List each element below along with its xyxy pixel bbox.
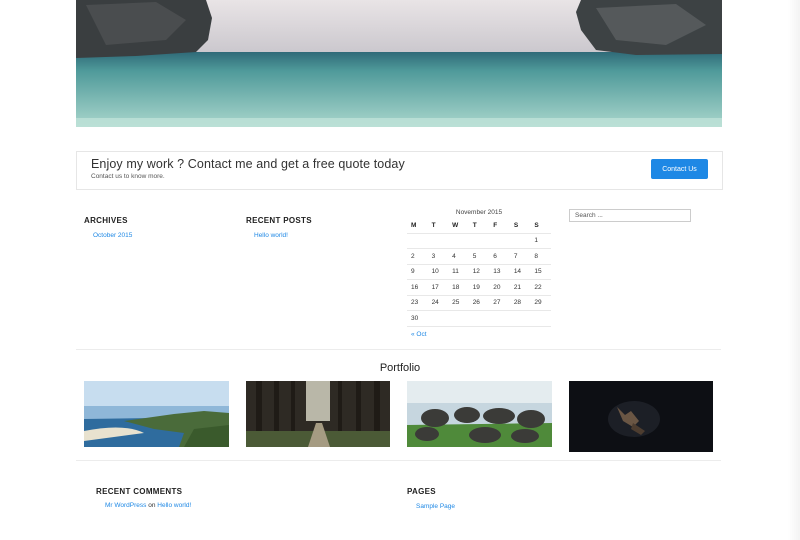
comment-post-link[interactable]: Hello world! (157, 502, 191, 509)
calendar-weekday: S (530, 218, 551, 234)
calendar-empty-cell (468, 233, 490, 249)
calendar-day: 13 (489, 264, 510, 280)
calendar-day: 16 (407, 279, 428, 296)
calendar-week-row: 23 24 25 26 27 28 29 (407, 295, 551, 311)
calendar-day: 12 (468, 264, 490, 280)
contact-cta-bar: Enjoy my work ? Contact me and get a fre… (76, 151, 723, 190)
calendar-weekday: S (509, 218, 531, 234)
portfolio-thumb-dark-hand[interactable] (569, 381, 713, 452)
calendar-weekday: T (468, 218, 490, 234)
portfolio-title: Portfolio (379, 362, 421, 374)
archive-link-october-2015[interactable]: October 2015 (93, 232, 132, 239)
portfolio-thumb-rocks[interactable] (407, 381, 552, 447)
calendar-week-row: 16 17 18 19 20 21 22 (407, 279, 551, 296)
hero-banner-image (76, 0, 722, 127)
calendar-day: 5 (468, 248, 490, 265)
calendar-day: 23 (407, 295, 428, 311)
calendar-day: 24 (427, 295, 449, 311)
recent-comments-title: RECENT COMMENTS (96, 487, 183, 496)
calendar-day: 9 (407, 264, 428, 280)
calendar-empty-cell (489, 233, 510, 249)
calendar-table: MTWTFSS 1 2 3 4 5 6 7 8 9 10 11 12 13 14 15 16 17 18 19 20 2… (407, 218, 551, 327)
portfolio-thumb-coast[interactable] (84, 381, 229, 447)
pages-title: PAGES (407, 487, 436, 496)
calendar-week-row: 2345678 (407, 248, 551, 265)
recent-post-link-hello-world[interactable]: Hello world! (254, 232, 288, 239)
calendar-day: 7 (509, 248, 531, 265)
calendar-empty-cell (448, 233, 469, 249)
calendar-day: 20 (489, 279, 510, 296)
calendar-week-row: 9 10 11 12 13 14 15 (407, 264, 551, 280)
calendar-weekday: M (407, 218, 428, 234)
calendar-day: 4 (448, 248, 469, 265)
calendar-day: 17 (427, 279, 449, 296)
contact-us-button[interactable]: Contact Us (651, 159, 708, 179)
comment-author-link[interactable]: Mr WordPress (105, 502, 146, 509)
calendar-day: 8 (530, 248, 551, 265)
page-link-sample-page[interactable]: Sample Page (416, 503, 455, 510)
calendar-weekday: T (427, 218, 449, 234)
calendar-day: 19 (468, 279, 490, 296)
cta-title: Enjoy my work ? Contact me and get a fre… (91, 157, 405, 171)
calendar-empty-cell (509, 233, 531, 249)
calendar-empty-cell (468, 310, 490, 327)
calendar-day: 29 (530, 295, 551, 311)
page-edge-shadow (788, 0, 800, 540)
calendar-day: 21 (509, 279, 531, 296)
calendar-day: 10 (427, 264, 449, 280)
calendar-weekday: F (489, 218, 510, 234)
comment-connector-text: on (148, 502, 156, 509)
calendar-day: 25 (448, 295, 469, 311)
calendar-day: 28 (509, 295, 531, 311)
calendar-day: 2 (407, 248, 428, 265)
calendar-day: 27 (489, 295, 510, 311)
calendar-empty-cell (530, 310, 551, 327)
section-divider (76, 349, 721, 350)
calendar-empty-cell (427, 310, 449, 327)
portfolio-thumb-forest-path[interactable] (246, 381, 390, 447)
calendar-week-row: 30 (407, 310, 551, 327)
calendar-weekday: W (448, 218, 469, 234)
search-input[interactable] (569, 209, 691, 222)
calendar-empty-cell (509, 310, 531, 327)
calendar-day: 6 (489, 248, 510, 265)
calendar-day: 1 (530, 233, 551, 249)
calendar-day: 26 (468, 295, 490, 311)
calendar-empty-cell (448, 310, 469, 327)
calendar-widget: November 2015 MTWTFSS 1 2 3 4 5 6 7 8 9 10 11 12 13 1… (407, 208, 551, 338)
calendar-day: 15 (530, 264, 551, 280)
calendar-day: 30 (407, 310, 428, 327)
calendar-day: 18 (448, 279, 469, 296)
calendar-empty-cell (489, 310, 510, 327)
recent-comment-item: Mr WordPress on Hello world! (105, 502, 191, 509)
calendar-empty-cell (407, 233, 428, 249)
calendar-day: 3 (427, 248, 449, 265)
cta-subtitle: Contact us to know more. (91, 173, 165, 180)
archives-title: ARCHIVES (84, 216, 128, 225)
recent-posts-title: RECENT POSTS (246, 216, 312, 225)
calendar-day: 11 (448, 264, 469, 280)
calendar-prev-month-link[interactable]: « Oct (411, 331, 551, 338)
calendar-day: 22 (530, 279, 551, 296)
calendar-day: 14 (509, 264, 531, 280)
calendar-week-row: 1 (407, 233, 551, 249)
calendar-caption: November 2015 (455, 209, 503, 216)
section-divider-footer (76, 460, 721, 461)
calendar-empty-cell (427, 233, 449, 249)
